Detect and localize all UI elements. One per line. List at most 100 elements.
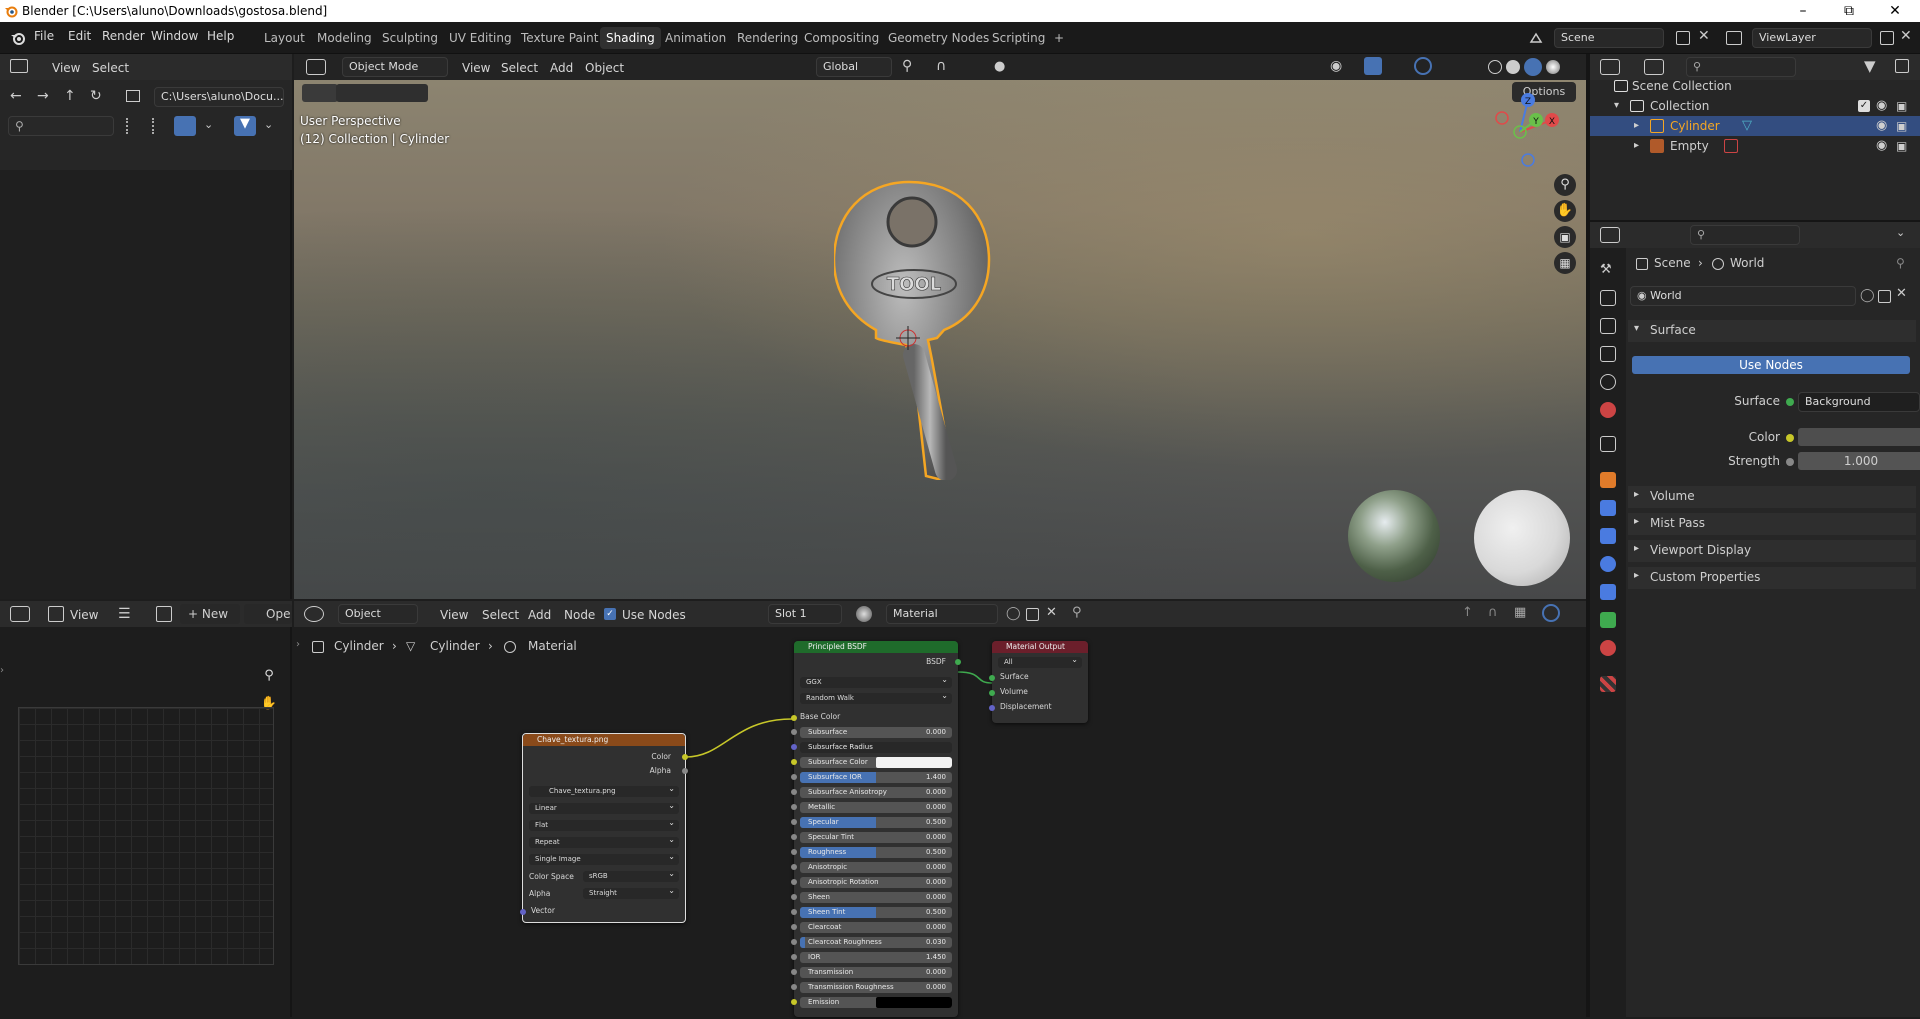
bsdf-input-row[interactable]: Anisotropic 0.000: [800, 862, 952, 873]
object-tab-icon[interactable]: [1600, 472, 1616, 488]
bsdf-input-socket[interactable]: [791, 984, 797, 990]
image-view-menu[interactable]: View: [70, 605, 98, 625]
render-tab-icon[interactable]: [1600, 290, 1616, 306]
bsdf-input-row[interactable]: Anisotropic Rotation 0.000: [800, 877, 952, 888]
surface-shader-selector[interactable]: Background: [1798, 392, 1920, 412]
material-name-field[interactable]: Material: [886, 604, 998, 624]
open-image-button[interactable]: Ope: [244, 604, 292, 624]
outliner-row-cylinder[interactable]: ▸ Cylinder ▽ ◉ ▣: [1590, 116, 1920, 136]
bsdf-input-socket[interactable]: [791, 864, 797, 870]
navigation-gizmo[interactable]: Z Y X: [1490, 90, 1560, 170]
viewport-select-menu[interactable]: Select: [501, 58, 538, 78]
custom-properties-panel-header[interactable]: ▸ Custom Properties: [1628, 567, 1916, 589]
bsdf-input-socket[interactable]: [791, 834, 797, 840]
parent-directory-icon[interactable]: ↑: [64, 88, 76, 104]
bsdf-input-row[interactable]: Clearcoat 0.000: [800, 922, 952, 933]
menu-help[interactable]: Help: [207, 29, 234, 43]
projection-dropdown[interactable]: Flat: [529, 817, 679, 831]
material-output-node[interactable]: Material Output All Surface Volume Displ…: [989, 641, 1088, 723]
viewport-object-menu[interactable]: Object: [585, 58, 624, 78]
bsdf-input-row[interactable]: Transmission 0.000: [800, 967, 952, 978]
bsdf-input-socket[interactable]: [791, 804, 797, 810]
subsurface-color-swatch[interactable]: [876, 757, 952, 768]
node-overlay-toggle-icon[interactable]: [1542, 604, 1560, 622]
base-color-input-socket[interactable]: [791, 715, 797, 721]
bsdf-input-socket[interactable]: [791, 939, 797, 945]
viewport-3d[interactable]: Object Mode View Select Add Object Globa…: [294, 54, 1586, 599]
back-arrow-icon[interactable]: ←: [10, 88, 22, 104]
editor-type-icon[interactable]: [306, 59, 326, 75]
tab-sculpting[interactable]: Sculpting: [376, 27, 444, 49]
subsurface-method-dropdown[interactable]: Random Walk: [800, 690, 952, 704]
file-view-menu[interactable]: View: [52, 58, 80, 78]
tab-rendering[interactable]: Rendering: [731, 27, 804, 49]
image-texture-node[interactable]: Chave_textura.png Color Alpha Chave_text…: [520, 733, 688, 923]
emission-color-swatch[interactable]: [876, 997, 952, 1008]
node-add-menu[interactable]: Add: [528, 605, 551, 625]
mode-selector[interactable]: Object Mode: [342, 57, 448, 77]
pan-hand-icon[interactable]: ✋: [1554, 200, 1576, 222]
bsdf-input-socket[interactable]: [791, 954, 797, 960]
delete-scene-icon[interactable]: ✕: [1698, 28, 1710, 44]
new-scene-icon[interactable]: [1676, 31, 1690, 45]
interpolation-dropdown[interactable]: Linear: [529, 800, 679, 814]
menu-file[interactable]: File: [34, 29, 54, 43]
color-output-socket[interactable]: [682, 754, 688, 760]
bsdf-input-row[interactable]: Metallic 0.000: [800, 802, 952, 813]
ortho-toggle-icon[interactable]: ▦: [1554, 252, 1576, 274]
horizontal-list-icon[interactable]: [152, 118, 170, 134]
eye-icon[interactable]: ◉: [1876, 96, 1887, 116]
world-tab-icon[interactable]: [1600, 402, 1616, 418]
bsdf-input-socket[interactable]: [791, 819, 797, 825]
zoom-icon[interactable]: ⚲: [258, 665, 280, 687]
image-empty-icon[interactable]: [1724, 139, 1738, 153]
bsdf-input-socket[interactable]: [791, 924, 797, 930]
texture-tab-icon[interactable]: [1600, 676, 1616, 692]
output-target-dropdown[interactable]: All: [998, 654, 1082, 668]
delete-view-layer-icon[interactable]: ✕: [1900, 28, 1912, 44]
thumbnails-icon[interactable]: [174, 116, 196, 136]
outliner-filter-icon[interactable]: ▼: [1864, 57, 1876, 75]
physics-tab-icon[interactable]: [1600, 556, 1616, 572]
surface-input-socket[interactable]: [989, 675, 995, 681]
material-browse-icon[interactable]: [856, 606, 872, 622]
principled-bsdf-node-header[interactable]: Principled BSDF: [794, 641, 958, 653]
blender-menu-icon[interactable]: [10, 30, 26, 46]
bsdf-input-socket[interactable]: [791, 969, 797, 975]
bsdf-input-row[interactable]: Subsurface Color: [800, 757, 952, 768]
surface-panel-header[interactable]: ▾ Surface: [1628, 320, 1916, 342]
vertical-list-icon[interactable]: [126, 118, 144, 134]
bsdf-input-row[interactable]: Specular 0.500: [800, 817, 952, 828]
refresh-icon[interactable]: ↻: [90, 88, 102, 104]
scene-icon[interactable]: [1528, 30, 1544, 46]
tab-scripting[interactable]: Scripting: [986, 27, 1051, 49]
bsdf-input-row[interactable]: Transmission Roughness 0.000: [800, 982, 952, 993]
editor-type-icon[interactable]: [10, 59, 28, 73]
editor-type-icon[interactable]: [304, 606, 324, 622]
menu-edit[interactable]: Edit: [68, 29, 91, 43]
bsdf-input-socket[interactable]: [791, 729, 797, 735]
parent-node-tree-icon[interactable]: ↑: [1462, 605, 1473, 620]
material-tab-icon[interactable]: [1600, 640, 1616, 656]
use-nodes-button[interactable]: Use Nodes: [1632, 356, 1910, 374]
tab-texture-paint[interactable]: Texture Paint: [515, 27, 604, 49]
output-tab-icon[interactable]: [1600, 318, 1616, 334]
image-browse-icon[interactable]: [156, 606, 172, 622]
hamburger-menu-icon[interactable]: ☰: [118, 606, 131, 622]
fake-user-shield-icon[interactable]: ◯: [1006, 606, 1021, 621]
material-shading-icon[interactable]: [1524, 58, 1542, 76]
tab-animation[interactable]: Animation: [659, 27, 732, 49]
select-mode-buttons[interactable]: [336, 84, 428, 102]
tab-layout[interactable]: Layout: [258, 27, 311, 49]
color-space-dropdown[interactable]: sRGB: [583, 868, 679, 882]
pivot-icon[interactable]: ⚲: [902, 58, 912, 74]
viewport-add-menu[interactable]: Add: [550, 58, 573, 78]
node-view-menu[interactable]: View: [440, 605, 468, 625]
node-node-menu[interactable]: Node: [564, 605, 595, 625]
display-chevron-icon[interactable]: ⌄: [204, 118, 213, 131]
close-window-icon[interactable]: ✕: [1872, 0, 1918, 22]
expand-chevron-icon[interactable]: ▸: [1634, 136, 1639, 156]
visibility-icon[interactable]: ◉: [1330, 58, 1342, 74]
tab-geometry-nodes[interactable]: Geometry Nodes: [882, 27, 995, 49]
alpha-output-socket[interactable]: [682, 768, 688, 774]
